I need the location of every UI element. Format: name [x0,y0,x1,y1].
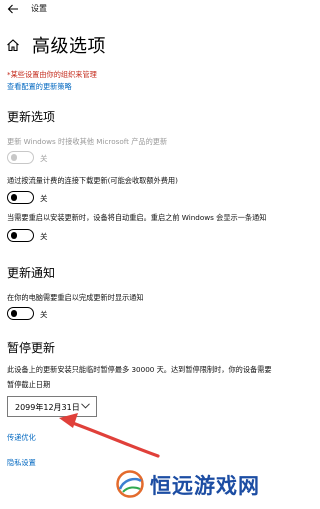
toggle-other-products [7,151,34,164]
watermark-logo-icon [116,470,144,498]
title-bar: 设置 [0,0,300,18]
toggle-restart-notification-state: 关 [40,310,48,319]
toggle-other-products-state: 关 [40,154,48,163]
watermark-text: 恒远游戏网 [150,474,260,498]
toggle-auto-restart[interactable] [7,229,34,242]
pause-updates-heading: 暂停更新 [7,341,56,355]
watermark: 恒远游戏网 [114,467,300,501]
update-notifications-heading: 更新通知 [7,266,56,280]
toggle-metered-download[interactable] [7,191,34,204]
pause-date-dropdown[interactable]: 2099年12月31日 [7,396,97,417]
back-arrow-icon[interactable] [6,2,20,16]
view-policies-link[interactable]: 查看配置的更新策略 [7,82,72,92]
pause-until-label: 暂停截止日期 [7,380,51,389]
toggle-auto-restart-state: 关 [40,232,48,241]
toggle-knob [10,310,17,317]
delivery-optimization-link[interactable]: 传递优化 [7,433,36,443]
option-metered-label: 通过按流量计费的连接下载更新(可能会收取额外费用) [7,176,178,185]
update-options-heading: 更新选项 [7,110,56,124]
toggle-knob [10,194,17,201]
managed-warning: *某些设置由你的组织来管理 [7,70,97,79]
toggle-restart-notification[interactable] [7,307,34,320]
pause-updates-description: 此设备上的更新安装只能临时暂停最多 30000 天。达到暂停限制时，你的设备需要 [7,365,272,374]
option-restart-notification-label: 在你的电脑需要重启以完成更新时显示通知 [7,293,144,302]
option-other-products-label: 更新 Windows 时接收其他 Microsoft 产品的更新 [7,137,168,146]
toggle-metered-state: 关 [40,194,48,203]
home-icon [7,39,19,52]
chevron-down-icon [81,403,90,409]
toggle-knob [10,232,17,239]
toggle-knob [10,154,17,161]
page-header: 高级选项 [6,32,106,58]
window-title: 设置 [31,4,47,13]
privacy-settings-link[interactable]: 隐私设置 [7,458,36,468]
option-auto-restart-label: 当需要重启以安装更新时，设备将自动重启。重启之前 Windows 会显示一条通知 [7,213,267,222]
page-title: 高级选项 [32,36,106,57]
pause-date-value: 2099年12月31日 [15,402,80,412]
